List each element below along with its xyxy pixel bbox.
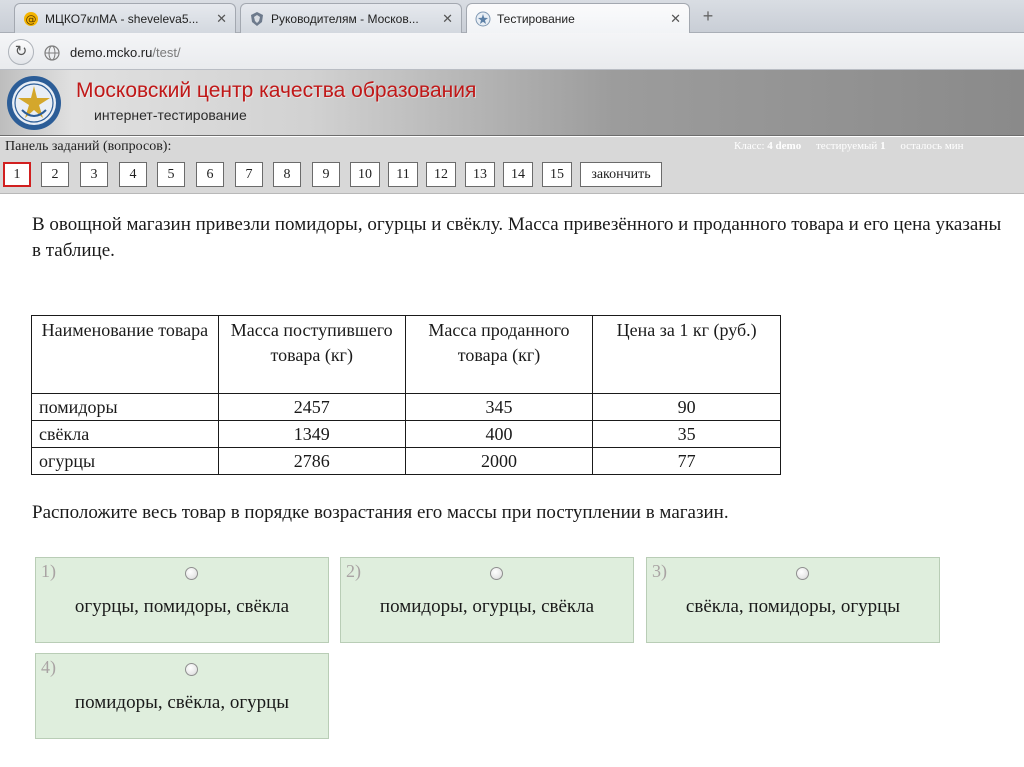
- table-header-row: Наименование товара Масса поступившего т…: [31, 315, 781, 394]
- table-cell: 2457: [217, 393, 406, 421]
- question-button-14[interactable]: 14: [503, 162, 533, 187]
- option-number: 1): [41, 561, 56, 581]
- table-cell: 2000: [404, 447, 594, 475]
- question-button-1[interactable]: 1: [3, 162, 31, 187]
- test-status: Класс: 4 demo тестируемый 1 осталось мин: [734, 140, 1024, 152]
- answer-option-4[interactable]: 4) помидоры, свёкла, огурцы: [35, 653, 329, 739]
- close-icon[interactable]: ✕: [216, 11, 227, 27]
- column-header: Масса поступившего товара (кг): [217, 315, 406, 394]
- question-button-10[interactable]: 10: [350, 162, 380, 187]
- site-title: Московский центр качества образования: [76, 79, 477, 102]
- site-header: Московский центр качества образования ин…: [0, 70, 1024, 136]
- table-cell: 1349: [217, 420, 406, 448]
- table-row: свёкла 1349 400 35: [31, 420, 781, 448]
- goods-table: Наименование товара Масса поступившего т…: [31, 315, 781, 475]
- question-button-9[interactable]: 9: [312, 162, 340, 187]
- option-number: 4): [41, 657, 56, 677]
- tab-label: Руководителям - Москов...: [271, 11, 419, 26]
- refresh-button[interactable]: ↻: [8, 39, 34, 65]
- url-host: demo.mcko.ru: [70, 45, 153, 60]
- mcko-logo: [7, 76, 61, 130]
- question-button-2[interactable]: 2: [41, 162, 69, 187]
- option-text: помидоры, огурцы, свёкла: [379, 596, 595, 617]
- browser-tab-mcko-mail[interactable]: @ МЦКО7клМА - sheveleva5... ✕: [14, 3, 236, 33]
- svg-text:@: @: [26, 13, 37, 26]
- question-button-7[interactable]: 7: [235, 162, 263, 187]
- task-panel-label: Панель заданий (вопросов):: [5, 139, 172, 154]
- browser-tab-testing[interactable]: Тестирование ✕: [466, 3, 690, 34]
- table-cell: помидоры: [31, 393, 219, 421]
- address-bar[interactable]: demo.mcko.ru/test/: [64, 42, 1016, 63]
- table-cell: 345: [404, 393, 594, 421]
- star-logo-icon: [475, 11, 491, 27]
- option-radio-button[interactable]: [185, 663, 198, 676]
- option-radio-button[interactable]: [490, 567, 503, 580]
- answer-option-2[interactable]: 2) помидоры, огурцы, свёкла: [340, 557, 634, 643]
- question-text: В овощной магазин привезли помидоры, огу…: [32, 214, 1002, 261]
- tested-value: 1: [880, 140, 886, 152]
- option-radio-button[interactable]: [796, 567, 809, 580]
- tab-label: Тестирование: [497, 12, 575, 26]
- option-radio-button[interactable]: [185, 567, 198, 580]
- question-instruction: Расположите весь товар в порядке возраст…: [32, 502, 729, 523]
- option-text: помидоры, свёкла, огурцы: [74, 692, 290, 713]
- question-button-12[interactable]: 12: [426, 162, 456, 187]
- tested-label: тестируемый: [815, 140, 878, 152]
- email-at-icon: @: [24, 11, 38, 26]
- table-cell: свёкла: [31, 420, 219, 448]
- option-text: огурцы, помидоры, свёкла: [74, 596, 290, 617]
- question-button-8[interactable]: 8: [273, 162, 301, 187]
- answer-option-1[interactable]: 1) огурцы, помидоры, свёкла: [35, 557, 329, 643]
- question-button-13[interactable]: 13: [465, 162, 495, 187]
- option-text: свёкла, помидоры, огурцы: [685, 596, 901, 617]
- question-button-15[interactable]: 15: [542, 162, 572, 187]
- close-icon[interactable]: ✕: [670, 11, 681, 27]
- table-cell: 400: [404, 420, 594, 448]
- answer-option-3[interactable]: 3) свёкла, помидоры, огурцы: [646, 557, 940, 643]
- class-label: Класс:: [734, 140, 765, 152]
- table-cell: 2786: [217, 447, 406, 475]
- column-header: Цена за 1 кг (руб.): [592, 315, 781, 394]
- class-value: 4 demo: [767, 140, 802, 152]
- question-button-3[interactable]: 3: [80, 162, 108, 187]
- question-button-5[interactable]: 5: [157, 162, 185, 187]
- option-number: 2): [346, 561, 361, 581]
- browser-tab-leaders[interactable]: Руководителям - Москов... ✕: [240, 3, 462, 33]
- new-tab-button[interactable]: +: [696, 6, 720, 26]
- globe-icon: [44, 45, 60, 61]
- crest-icon: [251, 11, 263, 26]
- column-header: Наименование товара: [31, 315, 219, 394]
- table-cell: 77: [592, 447, 781, 475]
- table-row: помидоры 2457 345 90: [31, 393, 781, 421]
- browser-tab-bar: @ МЦКО7клМА - sheveleva5... ✕ Руководите…: [0, 0, 1024, 34]
- refresh-icon: ↻: [14, 43, 28, 60]
- table-cell: огурцы: [31, 447, 219, 475]
- finish-test-button[interactable]: закончить: [580, 162, 662, 187]
- question-button-11[interactable]: 11: [388, 162, 418, 187]
- option-number: 3): [652, 561, 667, 581]
- column-header: Масса проданного товара (кг): [404, 315, 594, 394]
- table-cell: 90: [592, 393, 781, 421]
- task-panel: Панель заданий (вопросов): Класс: 4 demo…: [0, 137, 1024, 194]
- url-path: /test/: [152, 45, 181, 60]
- close-icon[interactable]: ✕: [442, 11, 453, 27]
- site-subtitle: интернет-тестирование: [94, 107, 247, 123]
- remaining-label: осталось мин: [900, 140, 964, 152]
- browser-nav-bar: ↻ demo.mcko.ru/test/: [0, 33, 1024, 70]
- table-cell: 35: [592, 420, 781, 448]
- question-button-4[interactable]: 4: [119, 162, 147, 187]
- table-row: огурцы 2786 2000 77: [31, 447, 781, 475]
- question-button-6[interactable]: 6: [196, 162, 224, 187]
- tab-label: МЦКО7клМА - sheveleva5...: [45, 11, 199, 26]
